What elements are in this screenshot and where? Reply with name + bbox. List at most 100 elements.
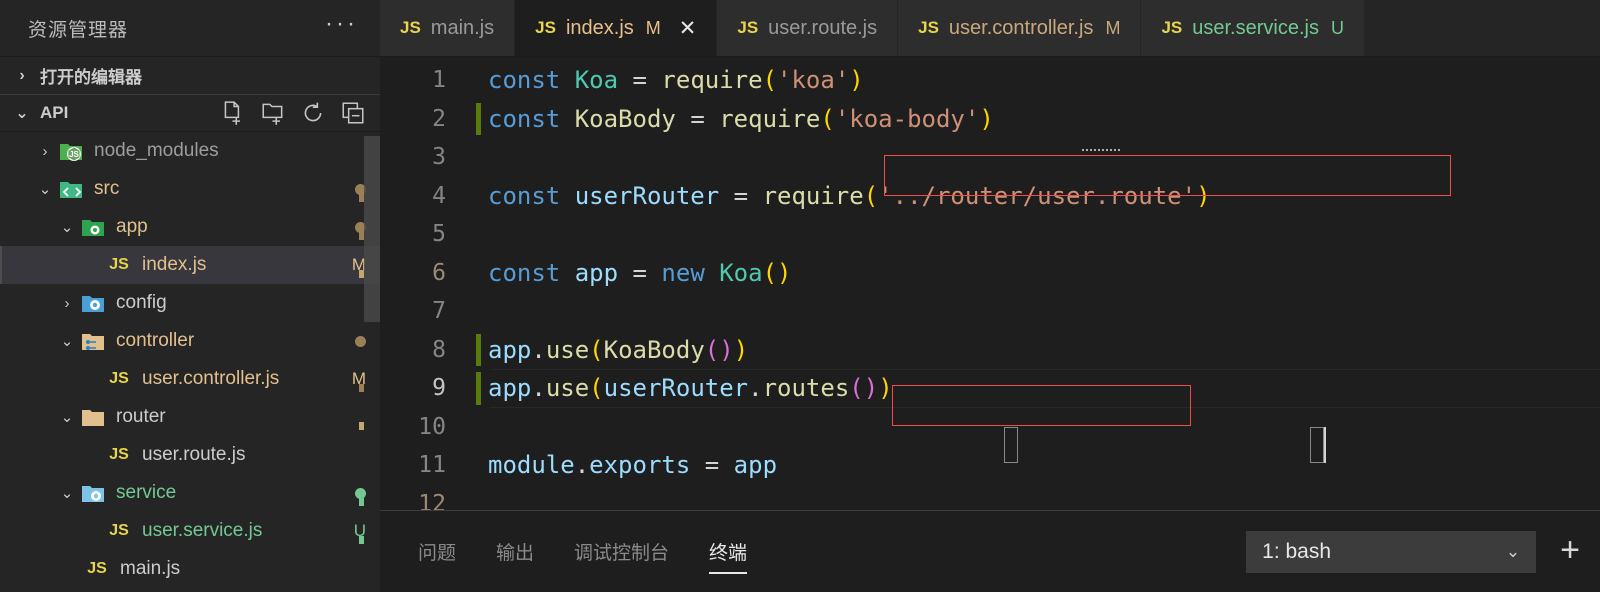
chevron-down-icon: ⌄	[1505, 541, 1521, 561]
terminal-selector[interactable]: 1: bash ⌄	[1246, 530, 1537, 573]
code-line[interactable]: 5	[380, 215, 1600, 254]
chevron-down-icon[interactable]: ⌄	[32, 180, 58, 198]
refresh-icon[interactable]	[300, 100, 326, 126]
tree-item-app[interactable]: ⌄ app	[0, 208, 380, 246]
svg-text:JS: JS	[69, 150, 79, 159]
folder-icon	[80, 404, 108, 430]
panel-tab-list[interactable]: 问题 输出 调试控制台 终端	[416, 511, 1246, 592]
definition-hover-underline	[1082, 149, 1120, 151]
tree-item-router[interactable]: ⌄ router	[0, 398, 380, 436]
editor-tab-label: user.controller.js	[948, 16, 1094, 39]
chevron-down-icon[interactable]: ⌄	[54, 332, 80, 350]
editor-tab-bar[interactable]: JS main.js JS index.js M ✕ JS user.route.js JS us…	[380, 0, 1600, 57]
line-number: 1	[432, 67, 446, 94]
code-line[interactable]: 12	[380, 485, 1600, 510]
explorer-actions	[220, 100, 366, 126]
code-line[interactable]: 6 const app = new Koa()	[380, 254, 1600, 293]
js-file-icon: JS	[737, 18, 759, 37]
bottom-panel: 问题 输出 调试控制台 终端 1: bash ⌄ +	[380, 510, 1600, 592]
new-file-icon[interactable]	[220, 100, 246, 126]
editor-tab-user-route-js[interactable]: JS user.route.js	[717, 0, 899, 56]
tree-item-user-controller-js[interactable]: JS user.controller.js M	[0, 360, 380, 398]
tab-git-status-badge: U	[1330, 17, 1344, 38]
tree-item-controller[interactable]: ⌄ controller	[0, 322, 380, 360]
chevron-right-icon[interactable]: ›	[54, 295, 80, 312]
tree-item-label: router	[116, 406, 166, 427]
panel-tab-3[interactable]: 终端	[707, 511, 749, 592]
close-icon[interactable]: ✕	[679, 18, 697, 39]
editor-tab-label: main.js	[430, 16, 495, 39]
overview-ruler-mark	[359, 498, 364, 506]
chevron-right-icon: ›	[19, 66, 25, 84]
code-editor[interactable]: 1 const Koa = require('koa') 2 const KoaBod…	[380, 57, 1600, 510]
code-line-text: const userRouter = require('../router/us…	[488, 181, 1211, 210]
explorer-title: 资源管理器	[28, 19, 129, 41]
code-line[interactable]: 4 const userRouter = require('../router/u…	[380, 177, 1600, 216]
editor-tab-index-js[interactable]: JS index.js M ✕	[515, 0, 718, 56]
editor-tab-user-service-js[interactable]: JS user.service.js U	[1141, 0, 1365, 56]
code-line[interactable]: 3	[380, 138, 1600, 177]
code-line[interactable]: 2 const KoaBody = require('koa-body')	[380, 100, 1600, 139]
line-number: 4	[432, 182, 446, 209]
sidebar-scrollbar-thumb[interactable]	[364, 136, 380, 322]
tree-item-src[interactable]: ⌄ src	[0, 170, 380, 208]
panel-tab-0[interactable]: 问题	[416, 511, 458, 592]
file-tree[interactable]: › JS node_modules ⌄ src ⌄ app JS index.js M › confi…	[0, 132, 380, 592]
js-file-icon: JS	[535, 18, 556, 37]
explorer-title-bar: 资源管理器 ···	[0, 0, 380, 56]
controller-folder-icon	[80, 328, 108, 354]
tree-item-label: node_modules	[94, 140, 219, 161]
line-number: 11	[418, 452, 446, 479]
code-line[interactable]: 9 app.use(userRouter.routes())	[380, 369, 1600, 408]
code-line[interactable]: 8 app.use(KoaBody())	[380, 331, 1600, 370]
open-editors-section-header[interactable]: › 打开的编辑器	[0, 56, 380, 94]
tree-item-config[interactable]: › config	[0, 284, 380, 322]
overview-ruler-mark	[359, 536, 364, 544]
js-file-icon: JS	[109, 256, 129, 273]
js-file-icon: JS	[109, 522, 129, 539]
editor-tab-label: user.service.js	[1192, 16, 1319, 39]
panel-tab-1[interactable]: 输出	[494, 511, 536, 592]
tree-item-node_modules[interactable]: › JS node_modules	[0, 132, 380, 170]
editor-area: JS main.js JS index.js M ✕ JS user.route.js JS us…	[380, 0, 1600, 592]
tree-item-label: service	[116, 482, 177, 503]
line-number: 8	[432, 336, 446, 363]
collapse-all-icon[interactable]	[340, 100, 366, 126]
chevron-right-icon[interactable]: ›	[32, 143, 58, 160]
js-file-icon: JS	[1161, 18, 1183, 37]
tree-item-service[interactable]: ⌄ service	[0, 474, 380, 512]
tree-item-label: src	[94, 178, 120, 199]
line-number: 5	[432, 221, 446, 248]
overview-ruler-mark	[359, 422, 364, 430]
tree-item-main-js[interactable]: JS main.js	[0, 550, 380, 588]
editor-tab-user-controller-js[interactable]: JS user.controller.js M	[898, 0, 1142, 56]
editor-tab-main-js[interactable]: JS main.js	[380, 0, 516, 56]
sidebar-scrollbar[interactable]	[359, 136, 380, 592]
js-file-icon: JS	[109, 446, 129, 463]
code-line[interactable]: 11 module.exports = app	[380, 446, 1600, 485]
vscode-window: 资源管理器 ··· › 打开的编辑器 ⌄ API › JS node_modul…	[0, 0, 1600, 592]
open-editors-label: 打开的编辑器	[40, 68, 142, 87]
new-folder-icon[interactable]	[260, 100, 286, 126]
code-content[interactable]: 1 const Koa = require('koa') 2 const KoaBod…	[380, 57, 1600, 510]
panel-actions: 1: bash ⌄ +	[1246, 530, 1586, 573]
chevron-down-icon[interactable]: ⌄	[54, 408, 80, 426]
code-line[interactable]: 7	[380, 292, 1600, 331]
code-line[interactable]: 10	[380, 408, 1600, 447]
tree-item-index-js[interactable]: JS index.js M	[0, 246, 380, 284]
more-actions-icon[interactable]: ···	[325, 12, 358, 37]
editor-tab-label: index.js	[565, 16, 634, 39]
line-number: 9	[432, 375, 446, 402]
tree-item-user-service-js[interactable]: JS user.service.js U	[0, 512, 380, 550]
tree-item-user-route-js[interactable]: JS user.route.js	[0, 436, 380, 474]
tab-git-status-badge: M	[1105, 17, 1121, 38]
chevron-down-icon[interactable]: ⌄	[54, 484, 80, 502]
new-terminal-button[interactable]: +	[1554, 533, 1586, 571]
workspace-section-header[interactable]: ⌄ API	[0, 94, 380, 132]
config-folder-icon	[80, 290, 108, 316]
code-line-text: module.exports = app	[488, 451, 778, 480]
line-number: 7	[432, 298, 446, 325]
chevron-down-icon[interactable]: ⌄	[54, 218, 80, 236]
code-line[interactable]: 1 const Koa = require('koa')	[380, 61, 1600, 100]
panel-tab-2[interactable]: 调试控制台	[572, 511, 671, 592]
